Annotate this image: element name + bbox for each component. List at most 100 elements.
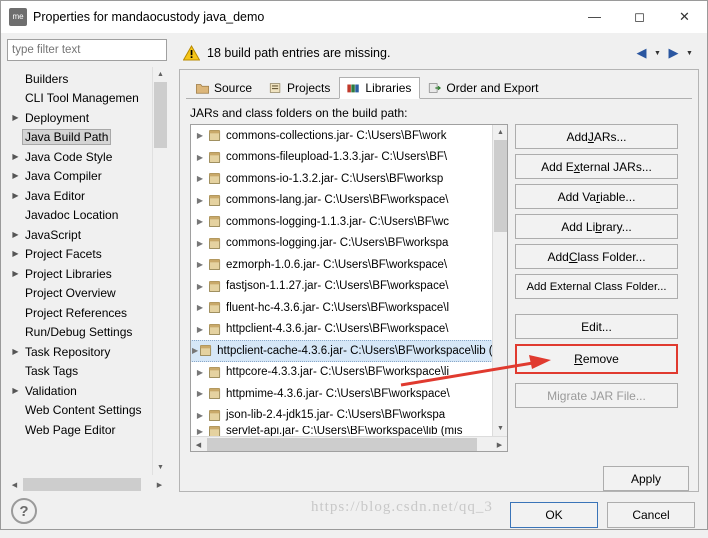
scroll-thumb[interactable] [494,140,507,232]
tab-libraries[interactable]: Libraries [339,77,421,99]
chevron-right-icon[interactable]: ▶ [193,368,207,377]
add-class-folder-button[interactable]: Add Class Folder... [515,244,678,269]
jar-icon [209,388,221,400]
scroll-thumb[interactable] [23,478,141,491]
tab-projects[interactable]: Projects [261,77,339,99]
chevron-right-icon[interactable]: ▶ [193,411,207,420]
chevron-right-icon[interactable]: ▶ [193,174,207,183]
list-item[interactable]: ▶ commons-lang.jar - C:\Users\BF\workspa… [191,190,507,212]
apply-button[interactable]: Apply [603,466,689,491]
list-item[interactable]: ▶ fastjson-1.1.27.jar - C:\Users\BF\work… [191,276,507,298]
help-icon[interactable]: ? [11,498,37,524]
chevron-right-icon[interactable]: ▶ [193,303,207,312]
chevron-right-icon[interactable]: ▶ [9,250,22,258]
jar-list[interactable]: ▶ commons-collections.jar - C:\Users\BF\… [190,124,508,452]
tree-item-label: Project Facets [25,247,102,262]
edit-button[interactable]: Edit... [515,314,678,339]
close-icon[interactable]: ✕ [662,1,707,33]
chevron-right-icon[interactable]: ▶ [193,260,207,269]
scroll-left-icon[interactable]: ◀ [191,437,206,452]
sidebar-item-javadoc-location[interactable]: Javadoc Location [7,206,167,226]
list-item[interactable]: ▶ commons-logging-1.1.3.jar - C:\Users\B… [191,211,507,233]
chevron-right-icon[interactable]: ▶ [9,269,22,278]
tree-horizontal-scrollbar[interactable]: ◀ ▶ [7,477,167,492]
scroll-down-icon[interactable]: ▼ [493,421,507,436]
jar-list-horizontal-scrollbar[interactable]: ◀ ▶ [191,436,507,451]
sidebar-item-java-code-style[interactable]: ▶ Java Code Style [7,147,167,167]
chevron-right-icon[interactable]: ▶ [193,282,207,291]
filter-input[interactable] [7,39,167,61]
chevron-right-icon[interactable]: ▶ [9,386,22,395]
sidebar-item-project-references[interactable]: Project References [7,303,167,323]
list-item[interactable]: ▶ commons-collections.jar - C:\Users\BF\… [191,125,507,147]
back-icon[interactable]: ◀ [633,44,650,62]
list-item[interactable]: ▶ commons-fileupload-1.3.3.jar - C:\User… [191,147,507,169]
scroll-up-icon[interactable]: ▲ [493,125,507,140]
chevron-right-icon[interactable]: ▶ [9,152,22,161]
add-external-jars-button[interactable]: Add Ex ternal JARs... [515,154,678,179]
sidebar-item-builders[interactable]: Builders [7,69,167,89]
scroll-right-icon[interactable]: ▶ [152,477,167,492]
sidebar-item-java-compiler[interactable]: ▶ Java Compiler [7,167,167,187]
jar-path: - C:\Users\BF\worksp [334,172,444,185]
chevron-right-icon[interactable]: ▶ [9,230,22,239]
scroll-thumb[interactable] [207,438,477,451]
sidebar-item-task-tags[interactable]: Task Tags [7,362,167,382]
chevron-right-icon[interactable]: ▶ [193,217,207,226]
chevron-right-icon[interactable]: ▶ [9,113,22,122]
add-external-class-folder-button[interactable]: Add External Class Folder... [515,274,678,299]
sidebar-item-validation[interactable]: ▶ Validation [7,381,167,401]
scroll-down-icon[interactable]: ▼ [153,460,167,475]
chevron-right-icon[interactable]: ▶ [193,239,207,248]
scroll-left-icon[interactable]: ◀ [7,477,22,492]
sidebar-item-web-page-editor[interactable]: Web Page Editor [7,420,167,440]
chevron-right-icon[interactable]: ▶ [193,325,207,334]
jar-name: httpcore-4.3.3.jar [226,366,313,379]
chevron-right-icon[interactable]: ▶ [193,389,207,398]
add-jars-button[interactable]: Add J ARs... [515,124,678,149]
sidebar-item-javascript[interactable]: ▶ JavaScript [7,225,167,245]
build-path-panel: Source Projects Libraries Order and Expo… [179,69,699,492]
sidebar-item-java-build-path[interactable]: Java Build Path [7,128,167,148]
forward-dropdown-icon[interactable]: ▼ [684,44,695,62]
chevron-right-icon[interactable]: ▶ [9,172,22,180]
list-item[interactable]: ▶ ezmorph-1.0.6.jar - C:\Users\BF\worksp… [191,254,507,276]
sidebar-item-web-content-settings[interactable]: Web Content Settings [7,401,167,421]
tab-source[interactable]: Source [188,77,261,99]
sidebar-item-task-repository[interactable]: ▶ Task Repository [7,342,167,362]
ok-button[interactable]: OK [510,502,598,528]
add-library-button[interactable]: Add Li b rary... [515,214,678,239]
scroll-thumb[interactable] [154,82,167,148]
scroll-right-icon[interactable]: ▶ [492,437,507,452]
list-item[interactable]: ▶ httpclient-4.3.6.jar - C:\Users\BF\wor… [191,319,507,341]
sidebar-item-cli-tool-management[interactable]: CLI Tool Managemen [7,89,167,109]
minimize-icon[interactable]: — [572,1,617,33]
back-dropdown-icon[interactable]: ▼ [652,44,663,62]
chevron-right-icon[interactable]: ▶ [193,427,207,436]
sidebar-item-deployment[interactable]: ▶ Deployment [7,108,167,128]
maximize-icon[interactable]: ◻ [617,1,662,33]
chevron-right-icon[interactable]: ▶ [9,191,22,200]
sidebar-item-project-overview[interactable]: Project Overview [7,284,167,304]
chevron-right-icon[interactable]: ▶ [193,153,207,162]
tree-vertical-scrollbar[interactable]: ▲ ▼ [152,67,167,475]
chevron-right-icon[interactable]: ▶ [9,347,22,356]
sidebar-item-project-facets[interactable]: ▶ Project Facets [7,245,167,265]
list-item[interactable]: ▶ json-lib-2.4-jdk15.jar - C:\Users\BF\w… [191,405,507,427]
list-item[interactable]: ▶ commons-logging.jar - C:\Users\BF\work… [191,233,507,255]
list-item[interactable]: ▶ servlet-api.jar - C:\Users\BF\workspac… [191,426,507,436]
list-item[interactable]: ▶ fluent-hc-4.3.6.jar - C:\Users\BF\work… [191,297,507,319]
message-text: 18 build path entries are missing. [207,46,391,60]
sidebar-item-run-debug-settings[interactable]: Run/Debug Settings [7,323,167,343]
forward-icon[interactable]: ▶ [665,44,682,62]
sidebar-item-project-libraries[interactable]: ▶ Project Libraries [7,264,167,284]
cancel-button[interactable]: Cancel [607,502,695,528]
chevron-right-icon[interactable]: ▶ [193,196,207,205]
chevron-right-icon[interactable]: ▶ [193,131,207,140]
tab-order-and-export[interactable]: Order and Export [420,77,547,99]
add-variable-button[interactable]: Add Va r iable... [515,184,678,209]
projects-icon [269,83,281,93]
scroll-up-icon[interactable]: ▲ [153,67,167,82]
list-item[interactable]: ▶ commons-io-1.3.2.jar - C:\Users\BF\wor… [191,168,507,190]
sidebar-item-java-editor[interactable]: ▶ Java Editor [7,186,167,206]
